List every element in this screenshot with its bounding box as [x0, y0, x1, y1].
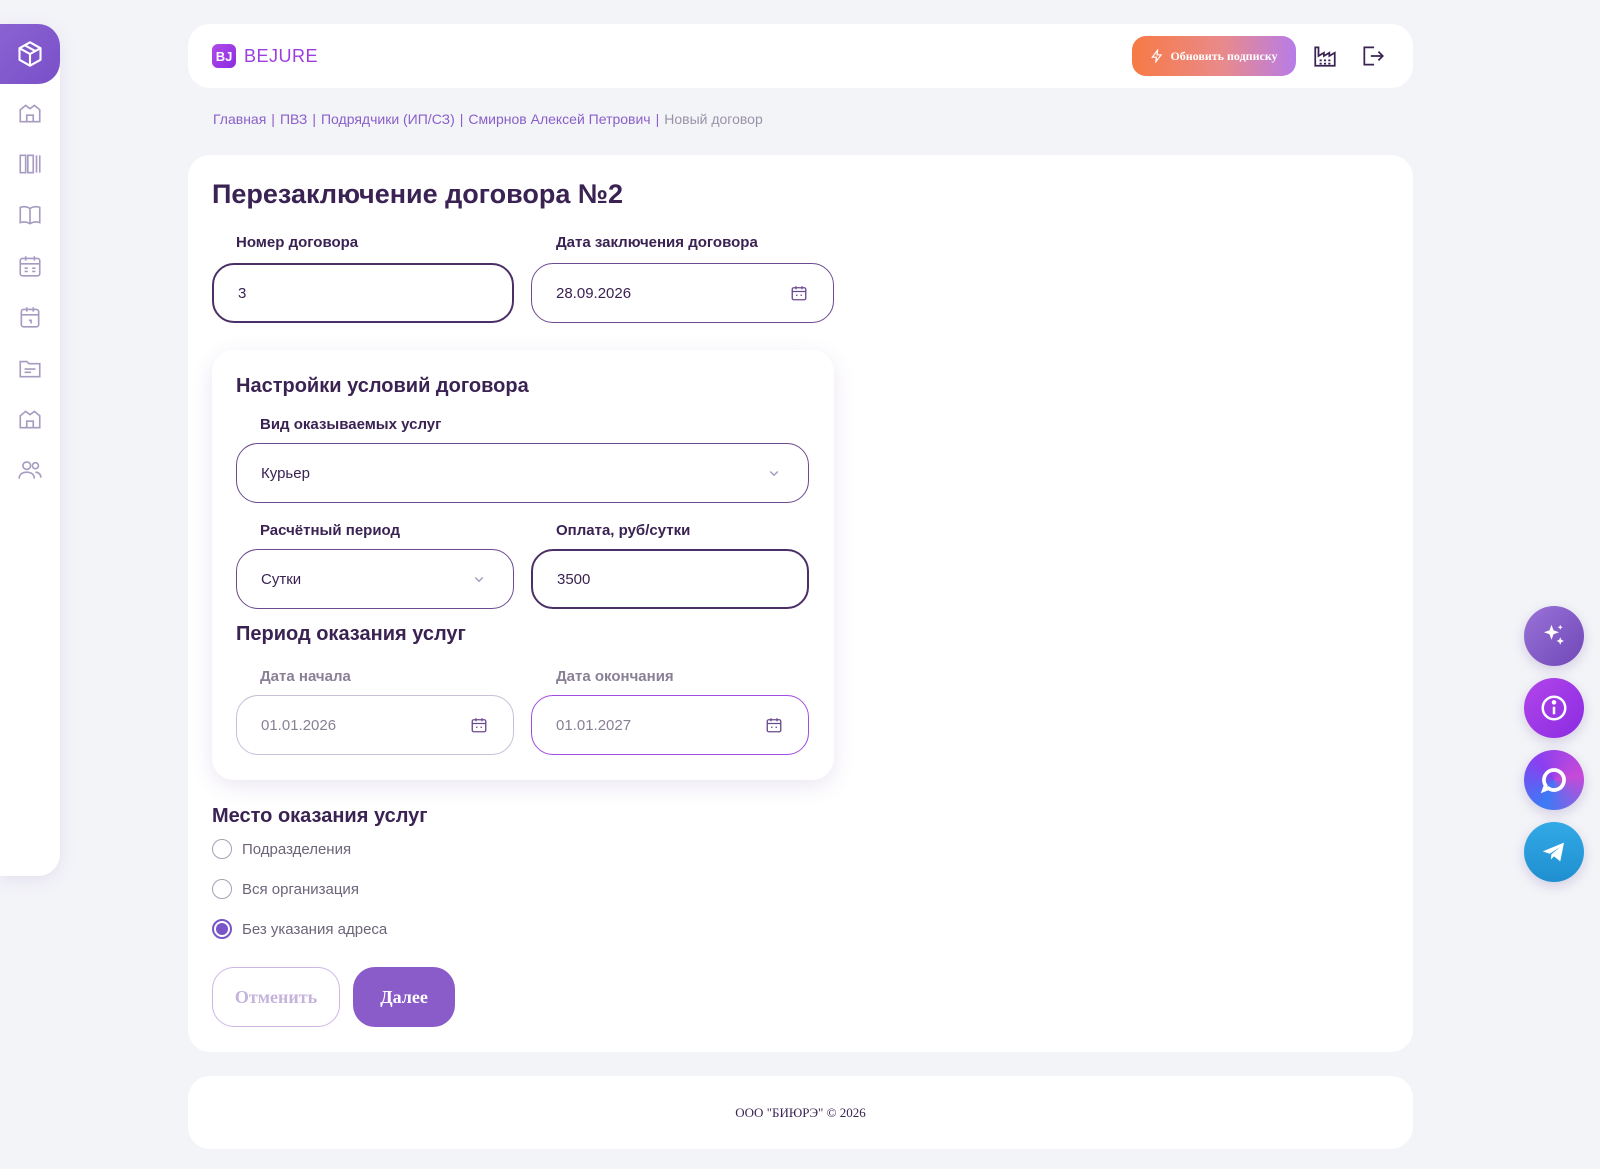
contract-settings-card: Настройки условий договора Вид оказываем…: [212, 350, 834, 780]
radio-label: Вся организация: [242, 880, 359, 898]
folder-icon: [19, 360, 41, 378]
chevron-down-icon: [474, 576, 484, 583]
start-date-input[interactable]: 01.01.2026: [236, 695, 514, 755]
info-button[interactable]: [1524, 678, 1584, 738]
lightning-icon: [1151, 49, 1163, 63]
payment-input[interactable]: 3500: [531, 549, 809, 609]
top-header: BJ BEJURE Обновить подписку: [188, 24, 1413, 88]
ai-assistant-button[interactable]: [1524, 606, 1584, 666]
sidebar-item-branches[interactable]: [17, 406, 43, 432]
logout-button[interactable]: [1360, 43, 1386, 69]
sidebar-item-documents[interactable]: [17, 355, 43, 381]
service-place-title: Место оказания услуг: [212, 805, 428, 827]
service-period-title: Период оказания услуг: [236, 623, 466, 645]
upgrade-subscription-button[interactable]: Обновить подписку: [1132, 36, 1296, 76]
end-date-input[interactable]: 01.01.2027: [531, 695, 809, 755]
radio-option-organization[interactable]: Вся организация: [212, 879, 359, 899]
start-date-value: 01.01.2026: [261, 716, 337, 734]
contract-number-input[interactable]: 3: [212, 263, 514, 323]
billing-period-value: Сутки: [261, 570, 302, 588]
breadcrumb-contractor[interactable]: Смирнов Алексей Петрович: [468, 111, 650, 127]
payment-value: 3500: [557, 570, 591, 588]
radio-button[interactable]: [212, 879, 232, 899]
end-date-label: Дата окончания: [556, 668, 674, 685]
breadcrumb-current: Новый договор: [664, 111, 763, 127]
sidebar-item-library[interactable]: [17, 202, 43, 228]
breadcrumb-home[interactable]: Главная: [213, 111, 266, 127]
sidebar-item-schedule[interactable]: [17, 253, 43, 279]
contract-date-value: 28.09.2026: [556, 284, 632, 302]
page-title: Перезаключение договора №2: [212, 179, 624, 209]
contract-date-label: Дата заключения договора: [556, 234, 758, 251]
sidebar-item-users[interactable]: [17, 457, 43, 483]
calendar-picker-button[interactable]: [789, 283, 809, 303]
breadcrumb-contractors[interactable]: Подрядчики (ИП/СЗ): [321, 111, 455, 127]
sidebar-item-products[interactable]: [0, 24, 60, 84]
box-icon: [18, 41, 42, 67]
end-date-value: 01.01.2027: [556, 716, 632, 734]
service-type-value: Курьер: [261, 464, 310, 482]
users-icon: [18, 461, 42, 479]
sidebar-item-warehouse[interactable]: [17, 100, 43, 126]
billing-period-select[interactable]: Сутки: [236, 549, 514, 609]
chat-button[interactable]: [1524, 750, 1584, 810]
start-date-label: Дата начала: [260, 668, 351, 685]
info-icon: [1541, 695, 1567, 721]
calendar-icon: [471, 718, 487, 733]
contract-number-value: 3: [238, 284, 247, 302]
calendar-icon: [791, 286, 807, 301]
radio-label: Без указания адреса: [242, 920, 388, 938]
calendar-icon: [766, 718, 782, 733]
start-date-picker-button[interactable]: [469, 715, 489, 735]
warehouse-icon: [19, 410, 41, 429]
sidebar: [0, 24, 60, 876]
calendar-icon: [20, 307, 40, 328]
settings-title: Настройки условий договора: [236, 375, 529, 397]
calendar-grid-icon: [19, 256, 41, 277]
telegram-button[interactable]: [1524, 822, 1584, 882]
breadcrumb: Главная | ПВЗ | Подрядчики (ИП/СЗ) | Смирнов А…: [213, 111, 763, 127]
factory-icon: [1314, 46, 1336, 67]
radio-button-selected[interactable]: [212, 919, 232, 939]
sidebar-item-columns[interactable]: [17, 151, 43, 177]
billing-period-label: Расчётный период: [260, 522, 401, 539]
copyright-text: ООО "БИЮРЭ" © 2026: [735, 1104, 866, 1120]
radio-button[interactable]: [212, 839, 232, 859]
contract-form-card: Перезаключение договора №2 Номер договор…: [188, 155, 1413, 1052]
organization-button[interactable]: [1312, 43, 1338, 69]
end-date-picker-button[interactable]: [764, 715, 784, 735]
book-icon: [19, 205, 41, 225]
next-button[interactable]: Далее: [353, 967, 455, 1027]
logo-mark: BJ: [212, 44, 236, 68]
breadcrumb-pvz[interactable]: ПВЗ: [280, 111, 307, 127]
contract-number-label: Номер договора: [236, 234, 359, 251]
sparkle-icon: [1544, 624, 1564, 645]
logo-text: BEJURE: [244, 45, 319, 66]
sidebar-item-calendar[interactable]: [17, 304, 43, 330]
columns-icon: [19, 154, 41, 174]
radio-label: Подразделения: [242, 840, 352, 858]
service-type-label: Вид оказываемых услуг: [260, 416, 442, 433]
telegram-icon: [1542, 842, 1564, 862]
contract-date-input[interactable]: 28.09.2026: [531, 263, 834, 323]
chat-icon: [1540, 768, 1566, 794]
app-logo[interactable]: BJ BEJURE: [212, 44, 318, 68]
logout-icon: [1363, 46, 1384, 66]
cancel-button[interactable]: Отменить: [212, 967, 340, 1027]
footer: ООО "БИЮРЭ" © 2026: [188, 1076, 1413, 1149]
upgrade-label: Обновить подписку: [1170, 48, 1278, 63]
service-type-select[interactable]: Курьер: [236, 443, 809, 503]
radio-option-no-address[interactable]: Без указания адреса: [212, 919, 387, 939]
chevron-down-icon: [769, 470, 779, 477]
radio-option-departments[interactable]: Подразделения: [212, 839, 351, 859]
payment-label: Оплата, руб/сутки: [556, 522, 691, 539]
warehouse-icon: [19, 104, 41, 123]
